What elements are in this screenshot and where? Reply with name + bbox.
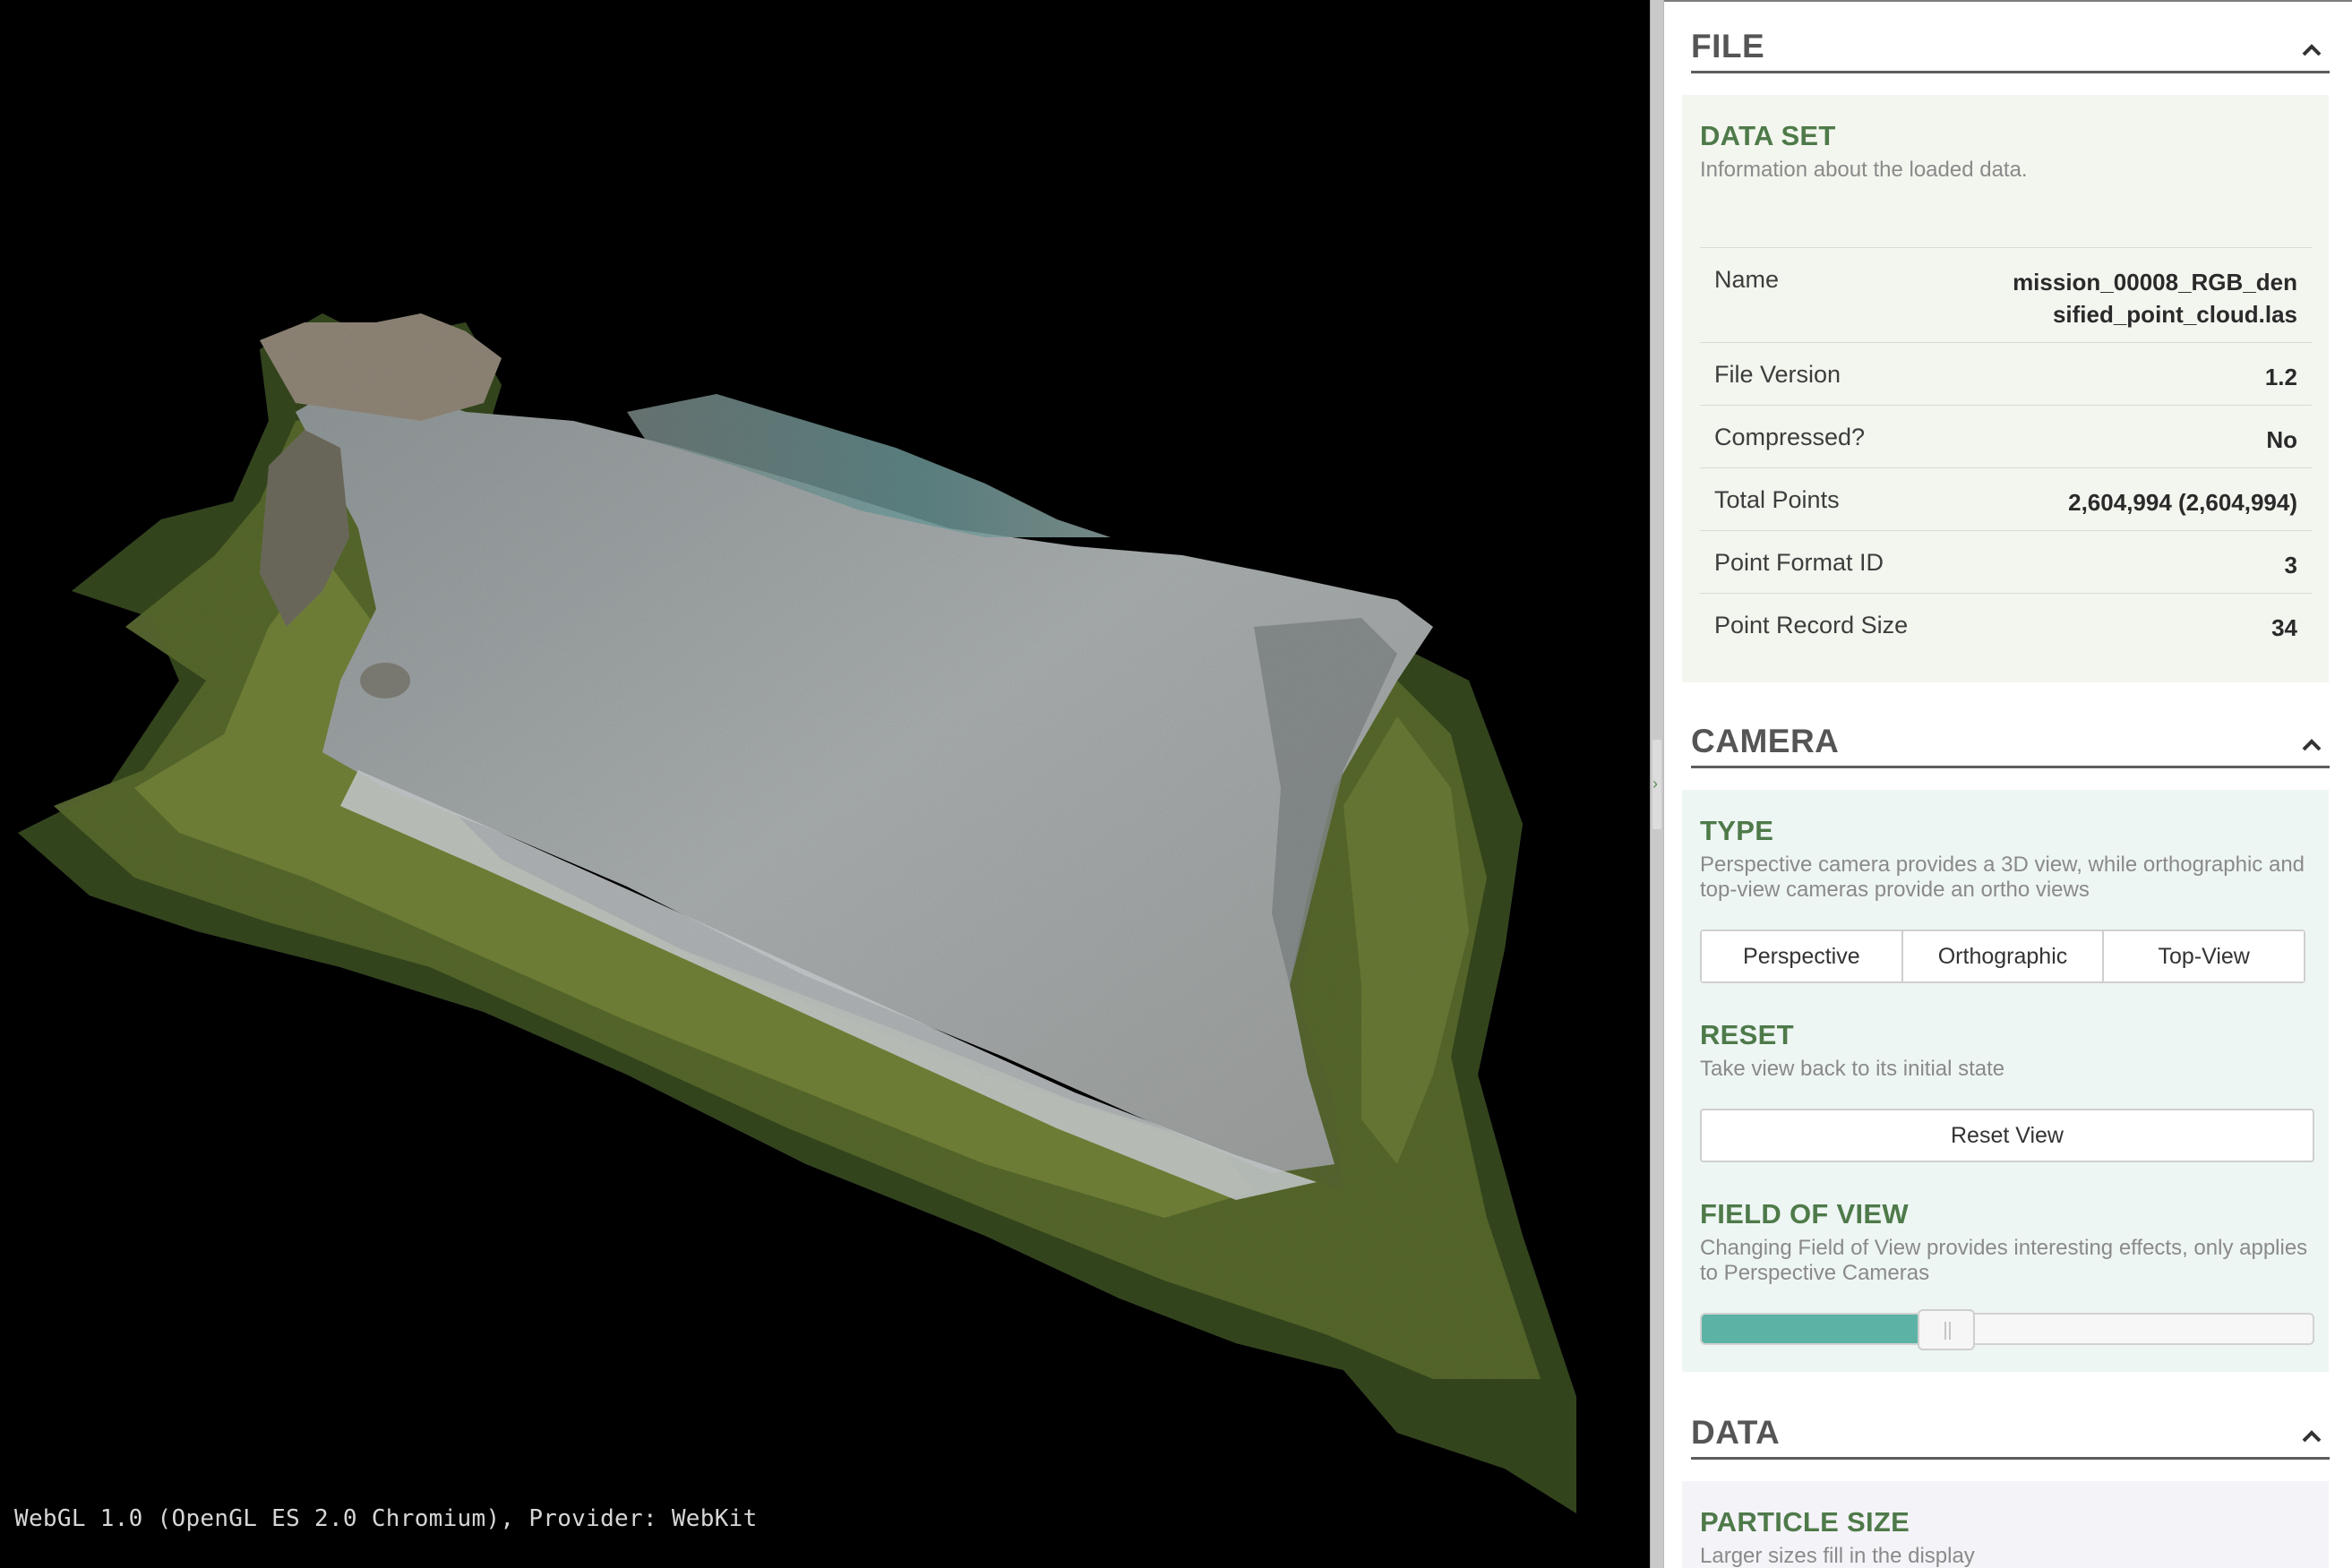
dataset-description: Information about the loaded data. <box>1700 158 2028 182</box>
info-row-compressed: Compressed? No <box>1700 406 2312 468</box>
info-key: Total Points <box>1714 486 1840 513</box>
info-row-total-points: Total Points 2,604,994 (2,604,994) <box>1700 468 2312 531</box>
info-key: File Version <box>1714 361 1841 388</box>
fov-slider[interactable] <box>1700 1309 2314 1350</box>
particle-size-description: Larger sizes fill in the display <box>1700 1544 1975 1568</box>
info-key: Name <box>1714 266 1780 293</box>
chevron-up-icon[interactable] <box>2301 1428 2322 1443</box>
info-value: 3 <box>2284 552 2297 578</box>
webgl-info-text: WebGL 1.0 (OpenGL ES 2.0 Chromium), Prov… <box>14 1505 758 1532</box>
point-cloud-render <box>18 313 1576 1513</box>
camera-type-title: TYPE <box>1700 815 1774 846</box>
info-value: 34 <box>2271 614 2297 641</box>
info-value: mission_00008_RGB_densified_point_cloud.… <box>2013 269 2297 328</box>
info-row-point-format-id: Point Format ID 3 <box>1700 531 2312 594</box>
info-key: Point Format ID <box>1714 549 1884 576</box>
chevron-up-icon[interactable] <box>2301 42 2322 56</box>
settings-panel: FILE DATA SET Information about the load… <box>1664 0 2352 1568</box>
info-value: 2,604,994 (2,604,994) <box>2068 489 2297 516</box>
fov-slider-fill <box>1702 1315 1946 1343</box>
info-row-name: Name mission_00008_RGB_densified_point_c… <box>1700 248 2312 343</box>
dataset-info-table: Name mission_00008_RGB_densified_point_c… <box>1700 247 2312 656</box>
info-key: Point Record Size <box>1714 612 1909 638</box>
data-section-title: DATA <box>1691 1414 1781 1451</box>
camera-section-header[interactable]: CAMERA <box>1691 715 2330 768</box>
reset-description: Take view back to its initial state <box>1700 1057 2005 1081</box>
camera-group: TYPE Perspective camera provides a 3D vi… <box>1682 790 2329 1372</box>
info-value: No <box>2266 426 2297 453</box>
chevron-right-icon[interactable]: › <box>1652 775 1658 792</box>
info-value: 1.2 <box>2264 364 2297 390</box>
camera-type-selector: Perspective Orthographic Top-View <box>1700 930 2305 983</box>
dataset-group: DATA SET Information about the loaded da… <box>1682 95 2329 682</box>
particle-size-title: PARTICLE SIZE <box>1700 1506 1910 1538</box>
info-row-file-version: File Version 1.2 <box>1700 343 2312 406</box>
panel-splitter[interactable]: › <box>1650 0 1664 1568</box>
camera-type-description: Perspective camera provides a 3D view, w… <box>1700 853 2305 902</box>
file-section-title: FILE <box>1691 28 1765 64</box>
info-row-point-record-size: Point Record Size 34 <box>1700 594 2312 656</box>
file-section-header[interactable]: FILE <box>1691 20 2330 73</box>
app-window: WebGL 1.0 (OpenGL ES 2.0 Chromium), Prov… <box>0 0 2352 1568</box>
dataset-title: DATA SET <box>1700 120 1836 151</box>
particle-size-group: PARTICLE SIZE Larger sizes fill in the d… <box>1682 1481 2329 1568</box>
reset-view-button[interactable]: Reset View <box>1700 1109 2314 1162</box>
orthographic-button[interactable]: Orthographic <box>1902 931 2105 981</box>
camera-section-title: CAMERA <box>1691 723 1840 759</box>
chevron-up-icon[interactable] <box>2301 737 2322 751</box>
top-view-button[interactable]: Top-View <box>2104 931 2305 981</box>
point-cloud-viewport[interactable]: WebGL 1.0 (OpenGL ES 2.0 Chromium), Prov… <box>0 0 1650 1568</box>
perspective-button[interactable]: Perspective <box>1702 931 1903 981</box>
reset-title: RESET <box>1700 1019 1794 1050</box>
info-key: Compressed? <box>1714 424 1866 450</box>
data-section-header[interactable]: DATA <box>1691 1406 2330 1460</box>
fov-description: Changing Field of View provides interest… <box>1700 1236 2308 1285</box>
fov-slider-thumb[interactable] <box>1917 1309 1975 1350</box>
fov-title: FIELD OF VIEW <box>1700 1198 1909 1230</box>
